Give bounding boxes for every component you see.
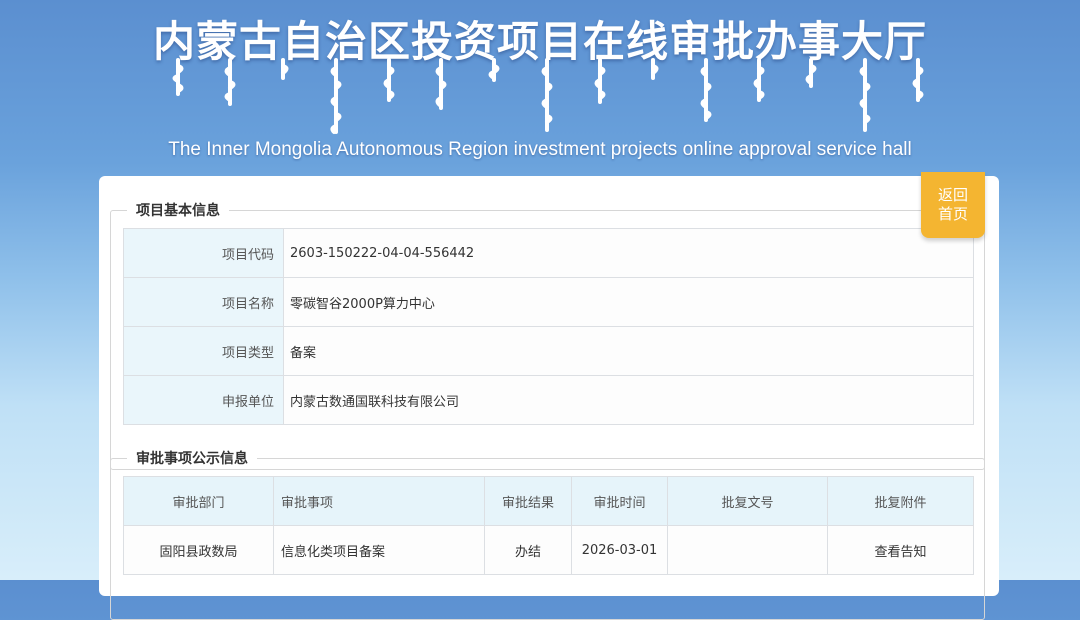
basic-info-section: 项目基本信息 项目代码 2603-150222-04-04-556442 项目名… [110, 201, 985, 470]
column-header-result: 审批结果 [484, 476, 572, 526]
back-home-button[interactable]: 返回 首页 [921, 172, 985, 238]
project-type-value: 备案 [283, 326, 974, 376]
cell-item: 信息化类项目备案 [273, 525, 485, 575]
approval-info-section: 审批事项公示信息 审批部门 审批事项 审批结果 审批时间 批复文号 批复附件 固… [110, 449, 985, 620]
header-banner: 内蒙古自治区投资项目在线审批办事大厅 The Inner Mongolia Au… [0, 0, 1080, 172]
project-name-value: 零碳智谷2000P算力中心 [283, 277, 974, 327]
table-header-row: 审批部门 审批事项 审批结果 审批时间 批复文号 批复附件 [123, 476, 974, 526]
applicant-label: 申报单位 [123, 375, 284, 425]
project-name-label: 项目名称 [123, 277, 284, 327]
table-row: 项目名称 零碳智谷2000P算力中心 [123, 277, 974, 327]
site-title-mongolian [168, 58, 928, 138]
column-header-attachment: 批复附件 [827, 476, 974, 526]
site-title-english: The Inner Mongolia Autonomous Region inv… [168, 139, 912, 160]
table-row: 项目类型 备案 [123, 326, 974, 376]
content-card: 项目基本信息 项目代码 2603-150222-04-04-556442 项目名… [99, 176, 999, 620]
approval-table: 审批部门 审批事项 审批结果 审批时间 批复文号 批复附件 固阳县政数局 信息化… [123, 476, 974, 575]
table-row: 项目代码 2603-150222-04-04-556442 [123, 228, 974, 278]
view-notice-link[interactable]: 查看告知 [827, 525, 974, 575]
column-header-item: 审批事项 [273, 476, 485, 526]
basic-info-legend: 项目基本信息 [127, 201, 229, 221]
column-header-doc-no: 批复文号 [667, 476, 828, 526]
cell-doc-no [667, 525, 828, 575]
cell-dept: 固阳县政数局 [123, 525, 274, 575]
project-code-label: 项目代码 [123, 228, 284, 278]
back-home-label-line2: 首页 [937, 205, 968, 223]
back-home-label-line1: 返回 [937, 186, 968, 204]
table-row: 固阳县政数局 信息化类项目备案 办结 2026-03-01 查看告知 [123, 525, 974, 575]
cell-time: 2026-03-01 [571, 525, 668, 575]
column-header-time: 审批时间 [571, 476, 668, 526]
cell-result: 办结 [484, 525, 572, 575]
project-code-value: 2603-150222-04-04-556442 [283, 228, 974, 278]
table-row: 申报单位 内蒙古数通国联科技有限公司 [123, 375, 974, 425]
applicant-value: 内蒙古数通国联科技有限公司 [283, 375, 974, 425]
basic-info-table: 项目代码 2603-150222-04-04-556442 项目名称 零碳智谷2… [123, 228, 974, 425]
project-type-label: 项目类型 [123, 326, 284, 376]
approval-info-legend: 审批事项公示信息 [127, 449, 257, 469]
column-header-dept: 审批部门 [123, 476, 274, 526]
